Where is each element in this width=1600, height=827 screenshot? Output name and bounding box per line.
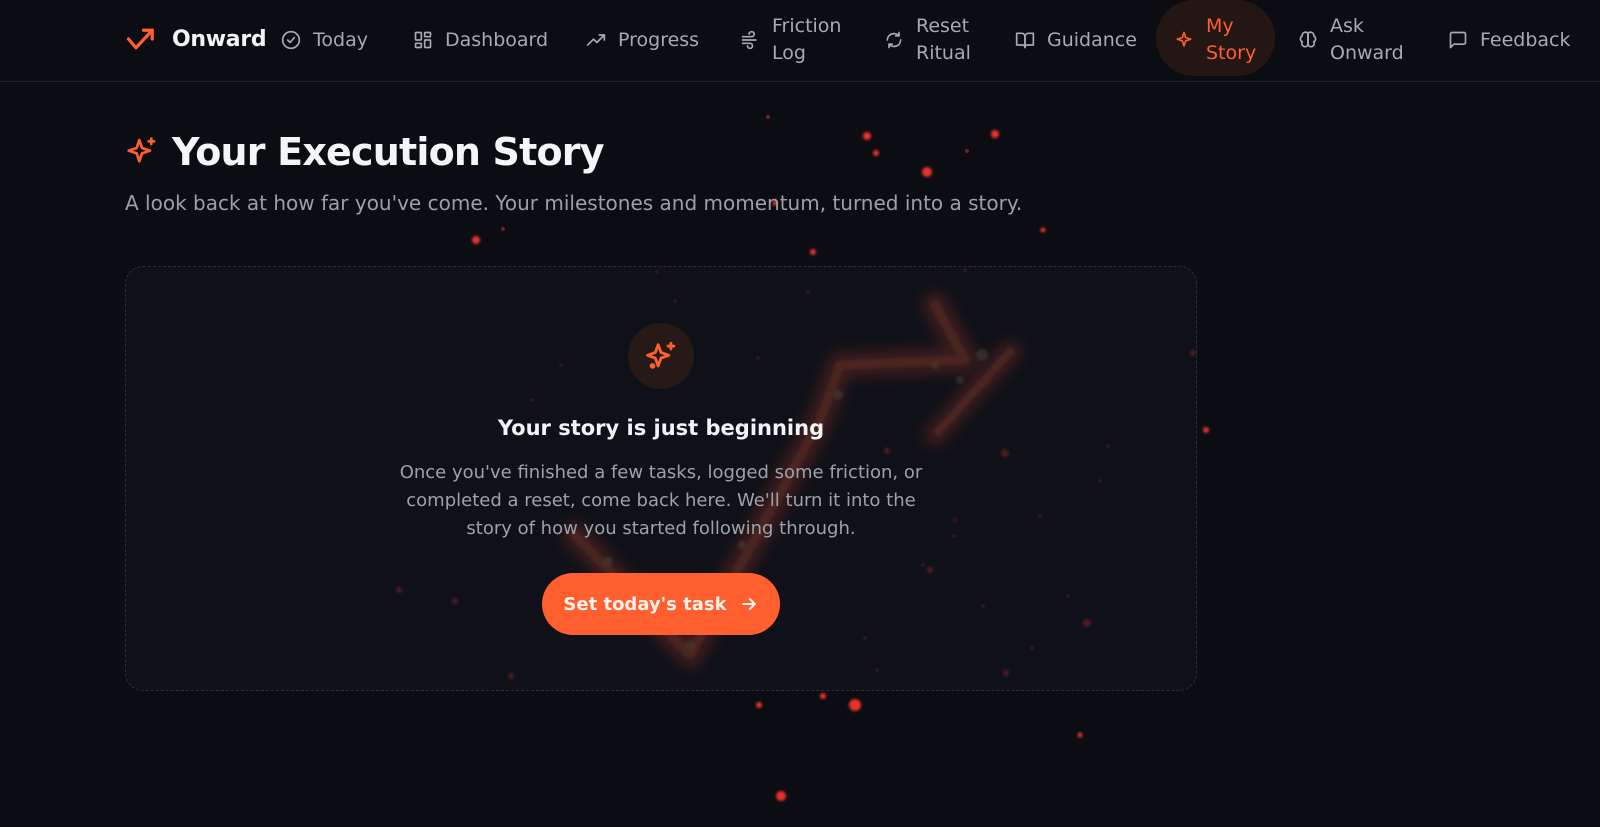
arrow-right-icon bbox=[741, 598, 756, 610]
button-label: Set today's task bbox=[563, 593, 727, 615]
nav-item-label: Feedback bbox=[1480, 28, 1571, 51]
nav-item-label: Ask Onward bbox=[1330, 15, 1404, 64]
nav-item-friction-log[interactable]: Friction Log bbox=[740, 0, 852, 80]
trending-up-arrow-icon bbox=[126, 28, 154, 50]
set-todays-task-button[interactable]: Set today's task bbox=[542, 573, 780, 635]
nav-item-ask-onward[interactable]: Ask Onward bbox=[1298, 0, 1410, 80]
empty-state-icon-badge bbox=[628, 323, 694, 389]
grid-icon bbox=[414, 31, 432, 49]
sparkles-icon bbox=[646, 341, 676, 369]
nav-item-label: Guidance bbox=[1047, 28, 1137, 51]
sparkles-icon bbox=[1176, 31, 1192, 47]
empty-state-title: Your story is just beginning bbox=[497, 416, 825, 440]
brand-name: Onward bbox=[172, 26, 267, 52]
nav-item-label: Today bbox=[313, 28, 368, 51]
brand-logo[interactable]: Onward bbox=[126, 20, 267, 58]
open-book-icon bbox=[1015, 32, 1035, 49]
nav-item-guidance[interactable]: Guidance bbox=[1015, 0, 1137, 80]
brain-icon bbox=[1299, 31, 1317, 48]
nav-item-reset-ritual[interactable]: Reset Ritual bbox=[884, 0, 996, 80]
nav-item-progress[interactable]: Progress bbox=[586, 0, 699, 80]
empty-state-description: Once you've finished a few tasks, logged… bbox=[399, 462, 923, 539]
nav-item-today[interactable]: Today bbox=[281, 0, 368, 80]
refresh-icon bbox=[886, 31, 902, 49]
page-subtitle: A look back at how far you've come. Your… bbox=[125, 191, 1023, 215]
nav-item-label: Reset Ritual bbox=[916, 15, 971, 64]
nav-item-label: Progress bbox=[618, 28, 700, 51]
nav-item-feedback[interactable]: Feedback bbox=[1448, 0, 1570, 80]
wind-icon bbox=[741, 30, 757, 50]
page-title: Your Execution Story bbox=[172, 130, 605, 174]
nav-item-dashboard[interactable]: Dashboard bbox=[413, 0, 548, 80]
nav-item-label: Dashboard bbox=[445, 28, 549, 51]
sparkles-icon bbox=[127, 137, 156, 163]
message-square-icon bbox=[1449, 31, 1467, 49]
nav-item-my-story[interactable]: My Story bbox=[1174, 0, 1286, 80]
top-navigation: Onward Today Dashboard Progress Friction… bbox=[0, 0, 1600, 82]
trending-up-icon bbox=[586, 34, 606, 46]
nav-item-label: Friction Log bbox=[772, 15, 842, 64]
page-header: Your Execution Story bbox=[126, 130, 605, 174]
nav-item-label: My Story bbox=[1206, 15, 1257, 64]
check-circle-icon bbox=[281, 30, 301, 50]
